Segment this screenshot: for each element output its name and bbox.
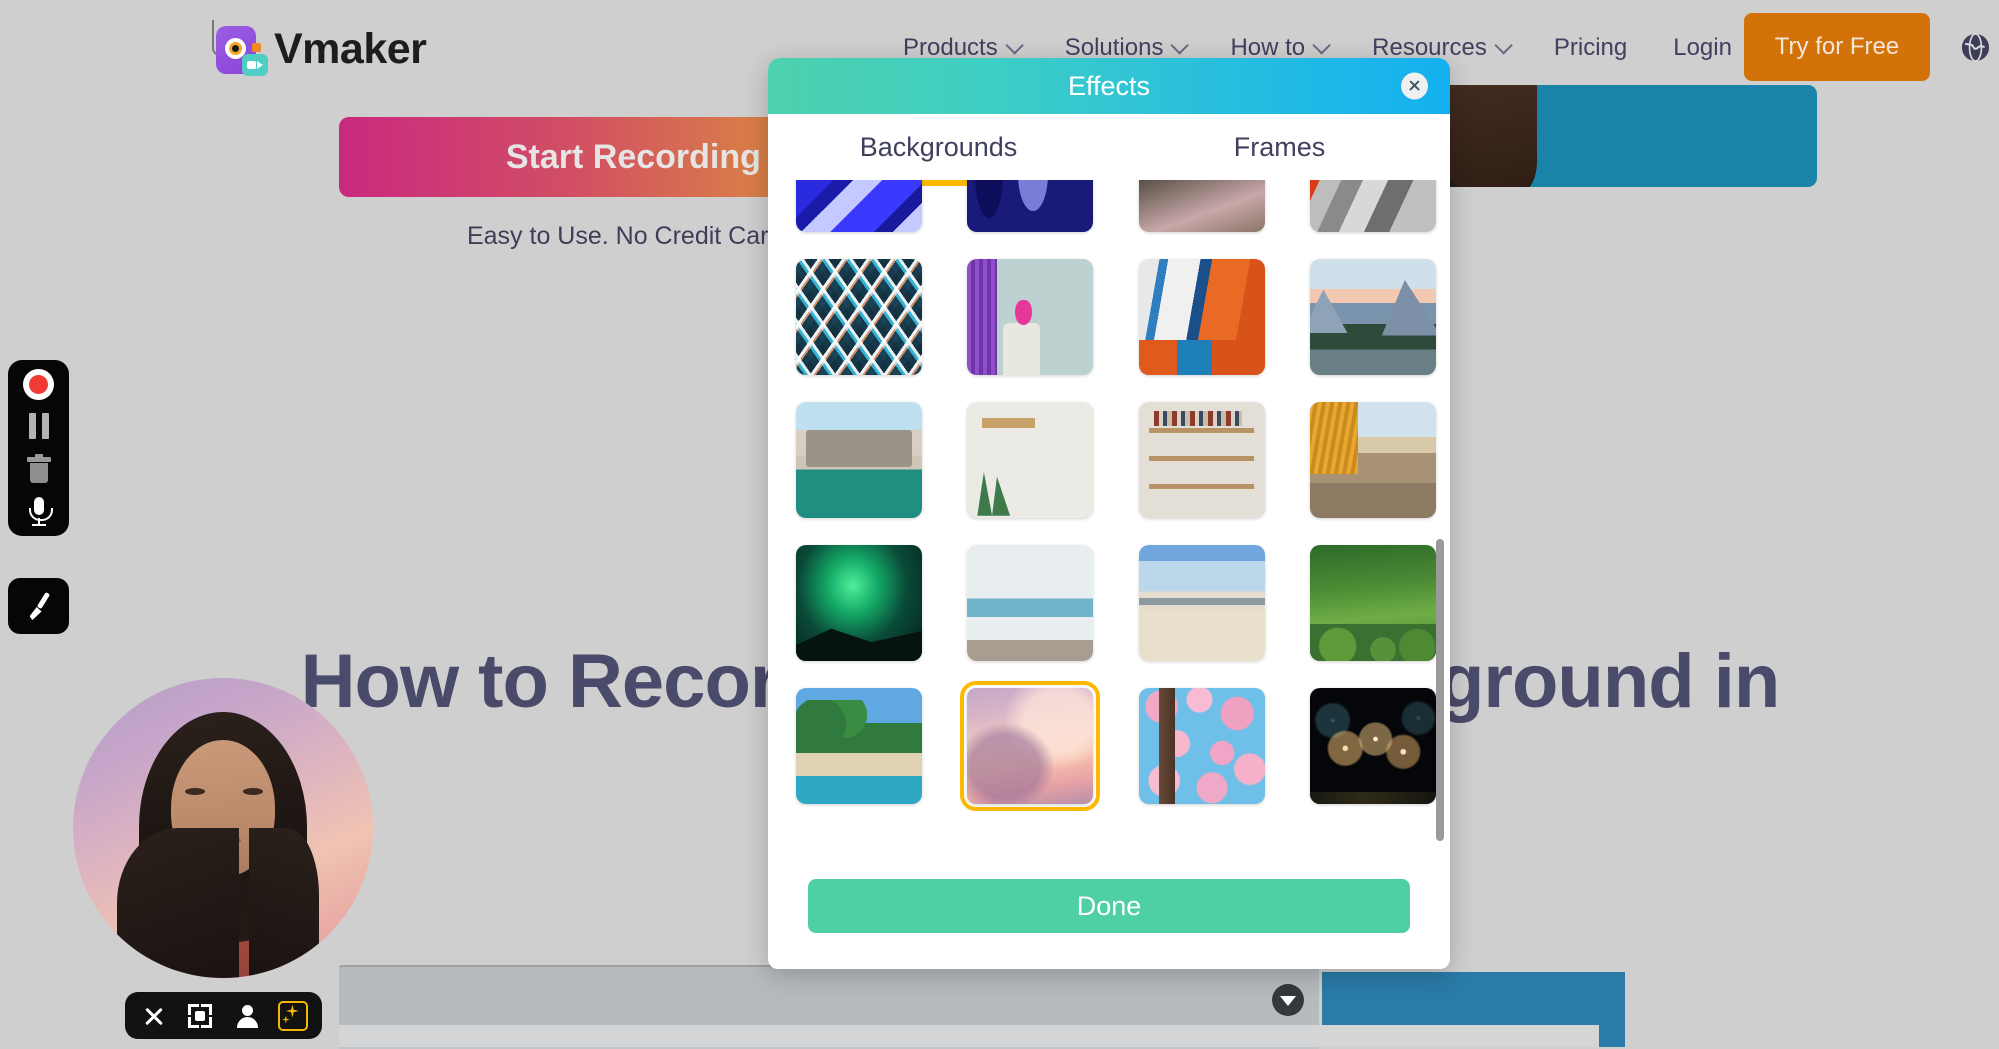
backgrounds-grid [768,180,1450,811]
nav-label: Login [1673,33,1732,61]
background-thumb-tropical-palm-beach[interactable] [796,688,922,804]
trash-icon [26,454,51,483]
chevron-down-icon [1005,36,1024,55]
vmaker-logo[interactable]: Vmaker [208,18,427,80]
chevron-down-icon [1170,36,1190,55]
close-webcam-button[interactable] [137,999,171,1033]
scrollbar-track[interactable] [1436,184,1444,868]
globe-icon[interactable] [1960,32,1991,63]
microphone-icon [28,497,53,527]
sparkle-icon [277,1000,308,1031]
background-thumb-modern-villa-pool[interactable] [796,402,922,518]
background-thumb-yosemite-valley[interactable] [1309,259,1436,375]
background-thumb-geometric-blue-pattern[interactable] [796,180,922,232]
backgrounds-scroll-area[interactable] [768,180,1450,870]
webcam-bubble[interactable] [73,678,373,978]
background-thumb-purple-wall-vase[interactable] [967,259,1094,375]
logo-wordmark: Vmaker [274,24,427,73]
crop-icon [188,1003,213,1028]
chevron-down-icon [1494,36,1513,55]
person-icon [235,1004,259,1028]
background-thumb-aurora-borealis[interactable] [796,545,922,661]
chevron-down-icon [1312,36,1331,55]
close-icon [143,1005,165,1027]
delete-button[interactable] [8,448,69,492]
recorder-toolbar [8,360,69,536]
effects-button[interactable] [276,999,310,1033]
webcam-controls-toolbar [125,992,322,1039]
modal-title: Effects [1067,70,1151,101]
modal-tabs: Backgrounds Frames [768,114,1450,180]
tab-backgrounds[interactable]: Backgrounds [768,114,1109,180]
background-thumb-pink-cloud-sky[interactable] [960,681,1101,811]
vmaker-logo-icon [208,18,268,80]
tab-frames[interactable]: Frames [1109,114,1450,180]
brush-icon [24,591,54,621]
effects-modal: Effects Backgrounds Frames Done [768,58,1450,969]
pause-button[interactable] [8,404,69,448]
background-thumb-fireworks-night[interactable] [1309,688,1436,804]
background-thumb-green-garden-path[interactable] [1309,545,1436,661]
background-thumb-beach-terrace-cafe[interactable] [1309,402,1436,518]
background-thumb-calm-seashore[interactable] [967,545,1094,661]
done-button[interactable]: Done [808,879,1410,933]
background-thumb-dark-living-room[interactable] [1138,180,1265,232]
pause-icon [28,413,49,439]
scrollbar-thumb[interactable] [1436,539,1444,841]
nav-label: Pricing [1553,33,1628,61]
record-icon [23,368,54,400]
nav-item-login[interactable]: Login [1650,34,1755,62]
background-thumb-white-wall-shelves[interactable] [967,402,1094,518]
modal-header: Effects [768,58,1450,114]
background-thumb-navy-abstract-shapes[interactable] [967,180,1094,232]
background-thumb-abstract-orange-painting[interactable] [1138,259,1265,375]
background-thumb-triangular-glass-pattern[interactable] [796,259,922,375]
resize-webcam-button[interactable] [183,999,217,1033]
close-modal-button[interactable] [1401,72,1428,100]
close-icon [1408,80,1421,93]
background-thumb-cherry-blossom[interactable] [1138,688,1265,804]
background-thumb-bookshelf-library[interactable] [1138,402,1265,518]
nav-item-pricing[interactable]: Pricing [1531,34,1650,62]
play-button[interactable] [1272,984,1304,1016]
avatar-button[interactable] [230,999,264,1033]
try-for-free-button[interactable]: Try for Free [1744,13,1930,81]
annotate-button[interactable] [8,578,69,634]
background-thumb-red-metal-abstract[interactable] [1309,180,1436,232]
microphone-button[interactable] [8,490,69,534]
background-thumb-sandy-beach-dunes[interactable] [1138,545,1265,661]
record-button[interactable] [8,362,69,406]
taskbar [339,1025,1599,1047]
